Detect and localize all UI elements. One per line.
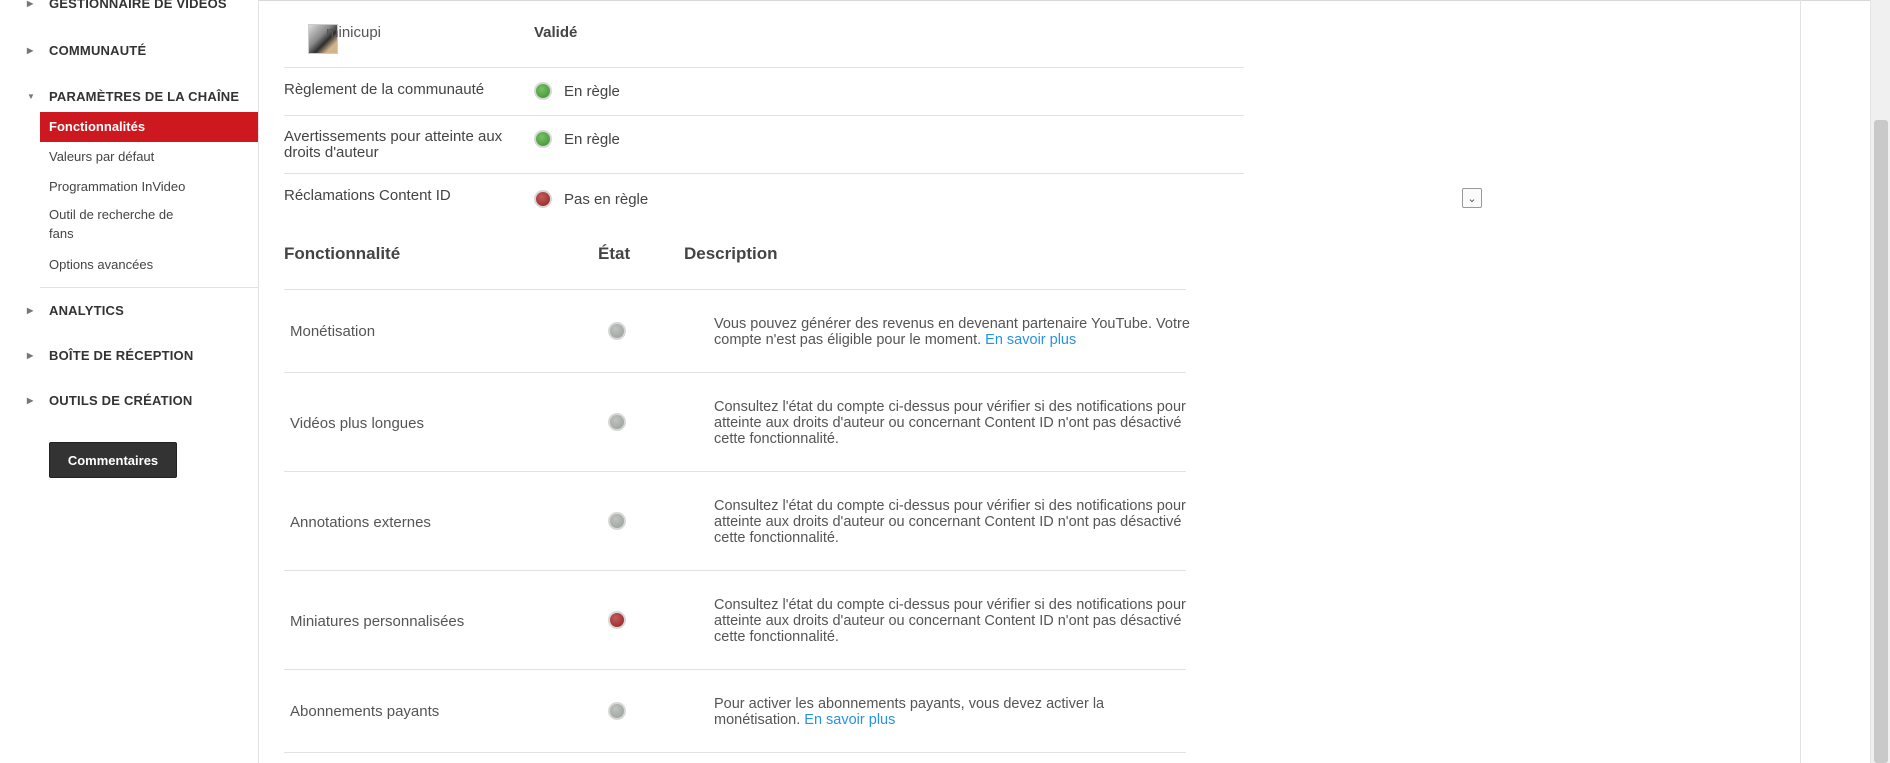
feature-description: Consultez l'état du compte ci-dessus pou… — [714, 597, 1186, 645]
sidebar-section-inbox[interactable]: ▶ BOÎTE DE RÉCEPTION — [27, 348, 193, 363]
sidebar-section-label: OUTILS DE CRÉATION — [49, 393, 193, 408]
feature-description: Consultez l'état du compte ci-dessus pou… — [714, 399, 1186, 447]
account-row-community: Règlement de la communauté En règle — [284, 68, 1244, 116]
feature-name: Annotations externes — [290, 514, 431, 531]
feature-status — [608, 611, 638, 634]
feature-description: Vous pouvez générer des revenus en deven… — [714, 316, 1194, 348]
sidebar-item-advanced[interactable]: Options avancées — [49, 255, 153, 274]
feature-name: Miniatures personnalisées — [290, 613, 465, 630]
sidebar-item-invideo[interactable]: Programmation InVideo — [49, 177, 185, 196]
triangle-right-icon: ▶ — [27, 0, 34, 8]
status-dot-green-icon — [534, 82, 552, 100]
table-row: Annotations externes Consultez l'état du… — [284, 472, 1186, 571]
status-dot-green-icon — [534, 130, 552, 148]
feature-description-text: Vous pouvez générer des revenus en deven… — [714, 316, 1190, 348]
column-header-description: Description — [684, 244, 778, 263]
feature-name: Monétisation — [290, 323, 376, 340]
triangle-right-icon: ▶ — [27, 306, 34, 315]
feedback-button[interactable]: Commentaires — [49, 442, 177, 478]
sidebar-section-label: GESTIONNAIRE DE VIDÉOS — [49, 0, 227, 11]
sidebar-section-channel-settings[interactable]: ▼ PARAMÈTRES DE LA CHAÎNE — [27, 89, 239, 104]
sidebar-section-video-manager[interactable]: ▶ GESTIONNAIRE DE VIDÉOS — [27, 0, 227, 11]
sidebar-section-community[interactable]: ▶ COMMUNAUTÉ — [27, 43, 146, 58]
table-row: Abonnements payants Pour activer les abo… — [284, 670, 1186, 753]
feature-description-text: Pour activer les abonnements payants, vo… — [714, 696, 1105, 728]
main-content: minicupi Validé Règlement de la communau… — [260, 0, 1800, 763]
sidebar: ▶ GESTIONNAIRE DE VIDÉOS ▶ COMMUNAUTÉ ▼ … — [0, 0, 259, 763]
feature-status — [608, 413, 638, 436]
sidebar-section-creation-tools[interactable]: ▶ OUTILS DE CRÉATION — [27, 393, 192, 408]
sidebar-item-features[interactable]: Fonctionnalités — [40, 112, 258, 142]
status-dot-red-icon — [608, 611, 626, 629]
feature-name: Vidéos plus longues — [290, 415, 424, 432]
sidebar-section-label: COMMUNAUTÉ — [49, 43, 147, 58]
sidebar-section-label: PARAMÈTRES DE LA CHAÎNE — [49, 89, 240, 104]
learn-more-link[interactable]: En savoir plus — [804, 712, 895, 728]
account-row-value: En règle — [534, 130, 620, 148]
sidebar-item-defaults[interactable]: Valeurs par défaut — [49, 147, 154, 166]
account-row-contentid: Réclamations Content ID Pas en règle — [284, 174, 1244, 222]
account-user-row: minicupi Validé — [284, 0, 1244, 68]
feature-description: Pour activer les abonnements payants, vo… — [714, 696, 1194, 728]
column-header-state: État — [598, 244, 631, 263]
account-row-value-text: En règle — [564, 82, 620, 100]
expand-chevron-icon[interactable]: ⌄ — [1462, 188, 1482, 208]
status-dot-grey-icon — [608, 512, 626, 530]
status-dot-grey-icon — [608, 413, 626, 431]
triangle-right-icon: ▶ — [27, 351, 34, 360]
sidebar-section-label: BOÎTE DE RÉCEPTION — [49, 348, 194, 363]
page-scrollbar[interactable] — [1870, 0, 1890, 763]
status-dot-red-icon — [534, 190, 552, 208]
feature-status — [608, 322, 638, 345]
sidebar-divider — [40, 287, 258, 288]
account-row-value-text: Pas en règle — [564, 190, 649, 208]
feature-description: Consultez l'état du compte ci-dessus pou… — [714, 498, 1186, 546]
account-row-copyright: Avertissements pour atteinte aux droits … — [284, 116, 1244, 174]
table-row: Monétisation Vous pouvez générer des rev… — [284, 290, 1190, 373]
triangle-right-icon: ▶ — [27, 46, 34, 55]
triangle-right-icon: ▶ — [27, 396, 34, 405]
triangle-down-icon: ▼ — [27, 92, 36, 101]
feature-status — [608, 702, 638, 725]
account-row-value: Pas en règle — [534, 190, 648, 208]
content-right-border — [1800, 0, 1801, 763]
sidebar-section-analytics[interactable]: ▶ ANALYTICS — [27, 303, 124, 318]
username: minicupi — [326, 24, 382, 41]
table-row: Miniatures personnalisées Consultez l'ét… — [284, 571, 1186, 670]
table-row: Vidéos plus longues Consultez l'état du … — [284, 373, 1186, 472]
status-dot-grey-icon — [608, 702, 626, 720]
column-header-feature: Fonctionnalité — [284, 244, 401, 263]
sidebar-section-label: ANALYTICS — [49, 303, 124, 318]
learn-more-link[interactable]: En savoir plus — [985, 332, 1076, 348]
feature-status — [608, 512, 638, 535]
account-row-label: Réclamations Content ID — [284, 187, 451, 204]
sidebar-item-fan-finder[interactable]: Outil de recherche de fans — [49, 205, 199, 243]
status-dot-grey-icon — [608, 322, 626, 340]
feature-name: Abonnements payants — [290, 703, 440, 720]
account-row-value: En règle — [534, 82, 620, 100]
account-row-label: Règlement de la communauté — [284, 81, 485, 98]
account-status: Validé — [534, 24, 578, 41]
scrollbar-thumb[interactable] — [1874, 120, 1888, 763]
account-row-value-text: En règle — [564, 130, 620, 148]
account-row-label: Avertissements pour atteinte aux droits … — [284, 128, 503, 161]
